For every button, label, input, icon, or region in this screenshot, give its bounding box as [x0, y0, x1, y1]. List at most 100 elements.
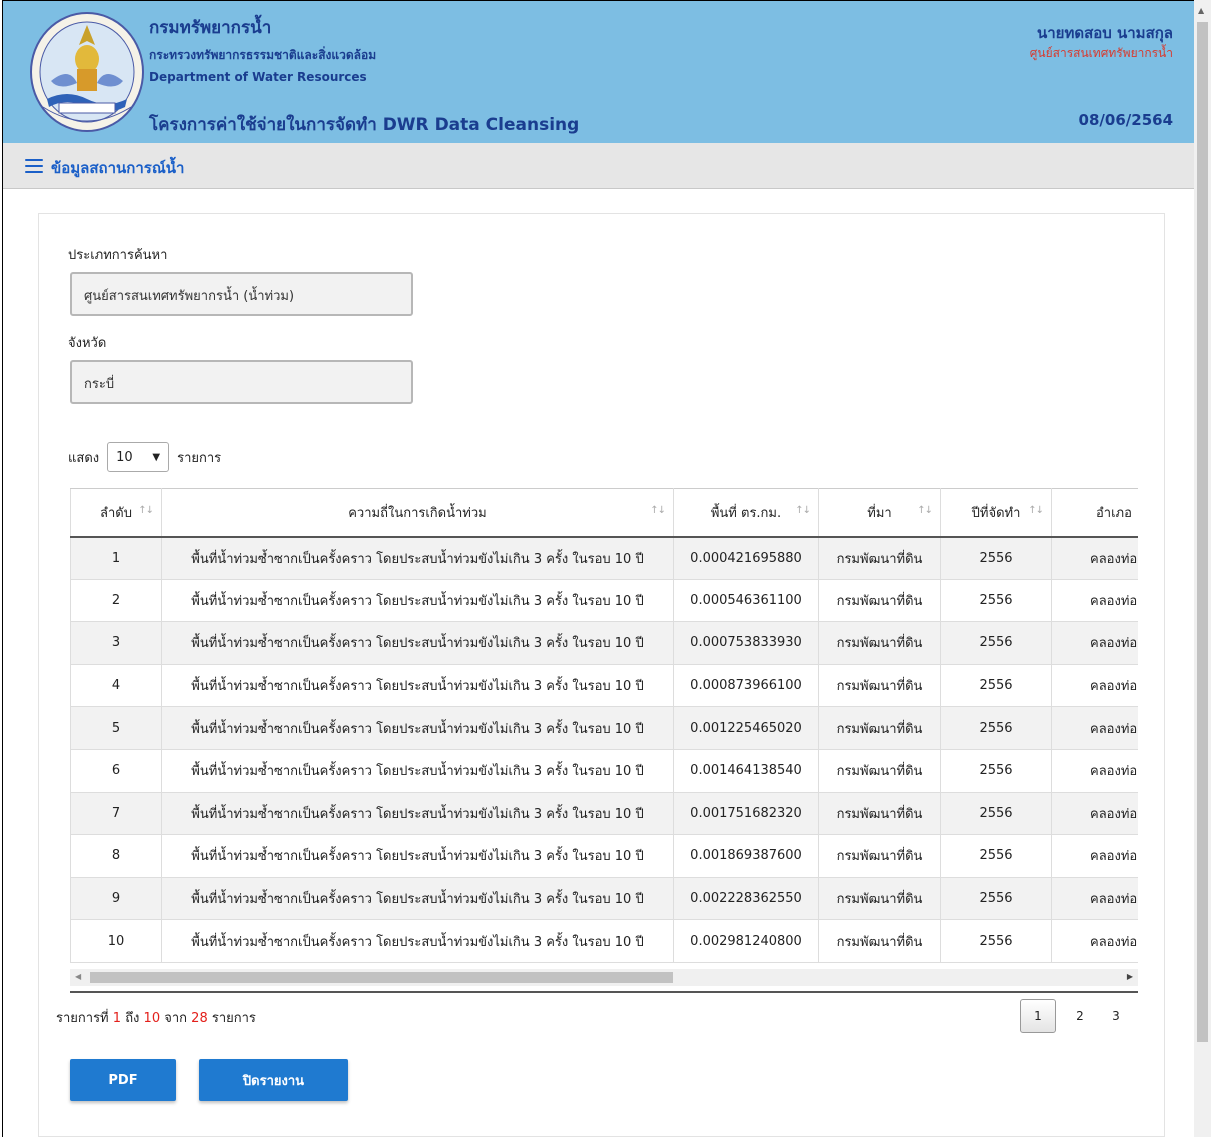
report-card: ประเภทการค้นหา ศูนย์สารสนเทศทรัพยากรน้ำ … [38, 213, 1165, 1137]
cell-area: 0.000753833930 [673, 621, 819, 665]
column-header-order[interactable]: ลำดับ ↑↓ [70, 488, 162, 538]
pagination: 1 2 3 [1020, 999, 1134, 1033]
cell-frequency: พื้นที่น้ำท่วมซ้ำซากเป็นครั้งคราว โดยประ… [161, 919, 674, 963]
cell-source: กรมพัฒนาที่ดิน [818, 579, 941, 623]
pdf-button[interactable]: PDF [70, 1059, 176, 1101]
table-row: 10 พื้นที่น้ำท่วมซ้ำซากเป็นครั้งคราว โดยป… [70, 919, 1138, 963]
cell-district: คลองท่อม [1051, 834, 1138, 878]
horizontal-scrollbar[interactable]: ◀ ▶ [70, 969, 1138, 986]
cell-area: 0.000873966100 [673, 664, 819, 708]
cell-frequency: พื้นที่น้ำท่วมซ้ำซากเป็นครั้งคราว โดยประ… [161, 877, 674, 921]
horizontal-scroll-thumb[interactable] [90, 972, 673, 983]
cell-order: 9 [70, 877, 162, 921]
cell-area: 0.000421695880 [673, 536, 819, 580]
sort-icon: ↑↓ [1028, 505, 1044, 516]
page-length-value: 10 [116, 449, 133, 465]
province-label: จังหวัด [68, 336, 107, 351]
table-row: 9 พื้นที่น้ำท่วมซ้ำซากเป็นครั้งคราว โดยปร… [70, 877, 1138, 921]
cell-order: 3 [70, 621, 162, 665]
page-button-3[interactable]: 3 [1098, 999, 1134, 1033]
cell-frequency: พื้นที่น้ำท่วมซ้ำซากเป็นครั้งคราว โดยประ… [161, 579, 674, 623]
info-prefix: รายการที่ [56, 1011, 109, 1026]
column-header-source[interactable]: ที่มา ↑↓ [818, 488, 941, 538]
cell-year: 2556 [940, 834, 1052, 878]
cell-source: กรมพัฒนาที่ดิน [818, 834, 941, 878]
org-name-en: Department of Water Resources [149, 70, 367, 84]
cell-frequency: พื้นที่น้ำท่วมซ้ำซากเป็นครั้งคราว โดยประ… [161, 706, 674, 750]
cell-district: คลองท่อม [1051, 919, 1138, 963]
cell-year: 2556 [940, 877, 1052, 921]
close-report-button[interactable]: ปิดรายงาน [199, 1059, 348, 1101]
table-row: 5 พื้นที่น้ำท่วมซ้ำซากเป็นครั้งคราว โดยปร… [70, 706, 1138, 750]
cell-district: คลองท่อม [1051, 664, 1138, 708]
cell-source: กรมพัฒนาที่ดิน [818, 536, 941, 580]
cell-year: 2556 [940, 579, 1052, 623]
cell-district: คลองท่อม [1051, 877, 1138, 921]
cell-year: 2556 [940, 664, 1052, 708]
cell-source: กรมพัฒนาที่ดิน [818, 706, 941, 750]
search-type-field[interactable]: ศูนย์สารสนเทศทรัพยากรน้ำ (น้ำท่วม) [70, 272, 413, 316]
cell-year: 2556 [940, 706, 1052, 750]
vertical-scrollbar[interactable]: ▲ [1194, 0, 1211, 1137]
page-length-select[interactable]: 10 ▼ [107, 442, 170, 472]
cell-frequency: พื้นที่น้ำท่วมซ้ำซากเป็นครั้งคราว โดยประ… [161, 834, 674, 878]
page-button-2[interactable]: 2 [1062, 999, 1098, 1033]
cell-area: 0.002981240800 [673, 919, 819, 963]
navbar: ข้อมูลสถานการณ์น้ำ [3, 143, 1194, 189]
cell-district: คลองท่อม [1051, 579, 1138, 623]
cell-area: 0.001225465020 [673, 706, 819, 750]
cell-area: 0.002228362550 [673, 877, 819, 921]
page-button-1[interactable]: 1 [1020, 999, 1056, 1033]
cell-source: กรมพัฒนาที่ดิน [818, 749, 941, 793]
table-info: รายการที่ 1 ถึง 10 จาก 28 รายการ [56, 1007, 256, 1028]
cell-frequency: พื้นที่น้ำท่วมซ้ำซากเป็นครั้งคราว โดยประ… [161, 621, 674, 665]
cell-area: 0.000546361100 [673, 579, 819, 623]
scroll-right-icon[interactable]: ▶ [1127, 972, 1133, 981]
vertical-scroll-thumb[interactable] [1197, 22, 1208, 1042]
cell-year: 2556 [940, 919, 1052, 963]
cell-source: กรมพัฒนาที่ดิน [818, 877, 941, 921]
cell-district: คลองท่อม [1051, 536, 1138, 580]
table-row: 8 พื้นที่น้ำท่วมซ้ำซากเป็นครั้งคราว โดยปร… [70, 834, 1138, 878]
info-of: จาก [164, 1011, 188, 1026]
table-row: 6 พื้นที่น้ำท่วมซ้ำซากเป็นครั้งคราว โดยปร… [70, 749, 1138, 793]
cell-year: 2556 [940, 536, 1052, 580]
header-banner: กรมทรัพยากรน้ำ กระทรวงทรัพยากรธรรมชาติแล… [3, 1, 1194, 143]
cell-source: กรมพัฒนาที่ดิน [818, 664, 941, 708]
nav-title[interactable]: ข้อมูลสถานการณ์น้ำ [51, 156, 184, 180]
info-start: 1 [112, 1011, 122, 1026]
cell-source: กรมพัฒนาที่ดิน [818, 792, 941, 836]
header-date: 08/06/2564 [1078, 111, 1173, 129]
column-header-district[interactable]: อำเภอ↑↓ [1051, 488, 1138, 538]
app-window: กรมทรัพยากรน้ำ กระทรวงทรัพยากรธรรมชาติแล… [2, 0, 1194, 1137]
sort-icon: ↑↓ [917, 505, 933, 516]
table-row: 1 พื้นที่น้ำท่วมซ้ำซากเป็นครั้งคราว โดยปร… [70, 536, 1138, 580]
cell-order: 7 [70, 792, 162, 836]
cell-order: 6 [70, 749, 162, 793]
cell-order: 10 [70, 919, 162, 963]
cell-year: 2556 [940, 621, 1052, 665]
column-header-area[interactable]: พื้นที่ ตร.กม. ↑↓ [673, 488, 819, 538]
cell-frequency: พื้นที่น้ำท่วมซ้ำซากเป็นครั้งคราว โดยประ… [161, 749, 674, 793]
cell-order: 5 [70, 706, 162, 750]
column-header-frequency[interactable]: ความถี่ในการเกิดน้ำท่วม ↑↓ [161, 488, 674, 538]
table-header-row: ลำดับ ↑↓ ความถี่ในการเกิดน้ำท่วม ↑↓ พื้นที… [70, 488, 1138, 538]
cell-district: คลองท่อม [1051, 706, 1138, 750]
scroll-up-icon[interactable]: ▲ [1198, 6, 1204, 15]
user-name[interactable]: นายทดสอบ นามสกุล [1037, 21, 1173, 45]
info-end: 10 [143, 1011, 161, 1026]
sort-icon: ↑↓ [138, 505, 154, 516]
sort-icon: ↑↓ [795, 505, 811, 516]
table-row: 4 พื้นที่น้ำท่วมซ้ำซากเป็นครั้งคราว โดยปร… [70, 664, 1138, 708]
cell-year: 2556 [940, 792, 1052, 836]
cell-frequency: พื้นที่น้ำท่วมซ้ำซากเป็นครั้งคราว โดยประ… [161, 664, 674, 708]
cell-order: 2 [70, 579, 162, 623]
user-department: ศูนย์สารสนเทศทรัพยากรน้ำ [1029, 46, 1173, 60]
cell-area: 0.001464138540 [673, 749, 819, 793]
column-header-year[interactable]: ปีที่จัดทำ ↑↓ [940, 488, 1052, 538]
province-field[interactable]: กระบี่ [70, 360, 413, 404]
cell-area: 0.001751682320 [673, 792, 819, 836]
hamburger-icon[interactable] [25, 159, 43, 173]
scroll-left-icon[interactable]: ◀ [75, 972, 81, 981]
info-total: 28 [191, 1011, 208, 1026]
